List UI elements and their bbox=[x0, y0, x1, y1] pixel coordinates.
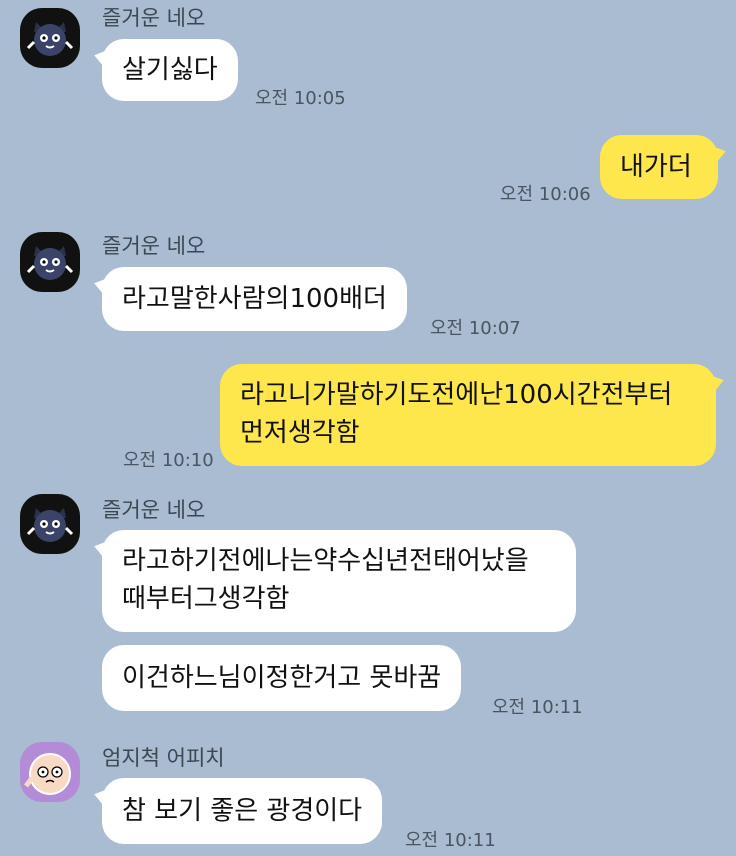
message-bubble[interactable]: 살기싫다 bbox=[102, 39, 238, 101]
sender-name: 즐거운 네오 bbox=[102, 6, 206, 30]
message-bubble[interactable]: 라고하기전에나는약수십년전태어났을 때부터그생각함 bbox=[102, 530, 576, 632]
message-bubble[interactable]: 내가더 bbox=[600, 135, 718, 199]
sender-name: 즐거운 네오 bbox=[102, 498, 206, 522]
message-bubble[interactable]: 라고니가말하기도전에난100시간전부터 먼저생각함 bbox=[220, 364, 716, 466]
message-text: 라고말한사람의100배더 bbox=[122, 284, 387, 314]
message-text: 살기싫다 bbox=[122, 55, 218, 85]
message-bubble[interactable]: 이건하느님이정한거고 못바꿈 bbox=[102, 645, 462, 711]
timestamp: 오전 10:05 bbox=[255, 88, 346, 109]
message-bubble[interactable]: 라고말한사람의100배더 bbox=[102, 267, 407, 331]
avatar-neo[interactable] bbox=[20, 494, 80, 554]
avatar-neo[interactable] bbox=[20, 232, 80, 292]
message-bubble[interactable]: 참 보기 좋은 광경이다 bbox=[102, 778, 383, 844]
neo-character-icon bbox=[26, 22, 74, 56]
timestamp: 오전 10:06 bbox=[500, 184, 591, 205]
message-text: 이건하느님이정한거고 못바꿈 bbox=[122, 663, 442, 693]
timestamp: 오전 10:07 bbox=[430, 318, 521, 339]
avatar-neo[interactable] bbox=[20, 8, 80, 68]
sender-name: 엄지척 어피치 bbox=[102, 746, 225, 770]
apeach-character-icon bbox=[24, 753, 71, 795]
message-text: 내가더 bbox=[620, 152, 692, 182]
neo-character-icon bbox=[26, 246, 74, 280]
message-text: 참 보기 좋은 광경이다 bbox=[122, 796, 363, 826]
timestamp: 오전 10:10 bbox=[123, 450, 214, 471]
avatar-apeach[interactable] bbox=[20, 742, 80, 802]
message-line: 먼저생각함 bbox=[240, 418, 360, 448]
timestamp: 오전 10:11 bbox=[492, 697, 583, 718]
timestamp: 오전 10:11 bbox=[405, 830, 496, 851]
message-line: 라고니가말하기도전에난100시간전부터 bbox=[240, 380, 673, 410]
neo-character-icon bbox=[26, 508, 74, 542]
message-line: 때부터그생각함 bbox=[122, 584, 290, 614]
sender-name: 즐거운 네오 bbox=[102, 234, 206, 258]
message-line: 라고하기전에나는약수십년전태어났을 bbox=[122, 546, 529, 576]
